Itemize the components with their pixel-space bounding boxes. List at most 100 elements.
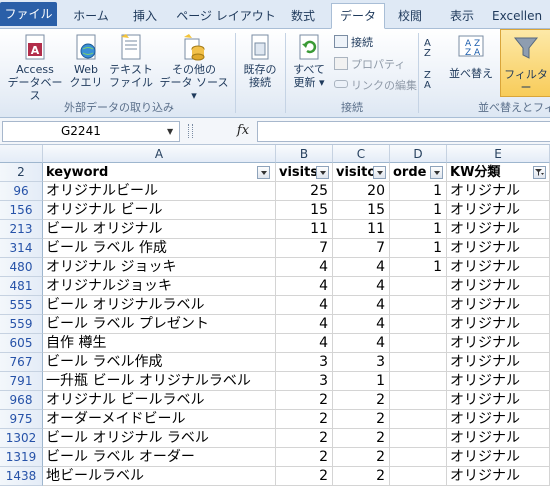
filter-applied-icon[interactable] (533, 166, 546, 179)
column-header-a[interactable]: A (43, 145, 276, 163)
cell-orders[interactable] (390, 277, 447, 296)
tab-home[interactable]: ホーム (66, 4, 116, 28)
cell-visits[interactable]: 25 (276, 182, 333, 201)
cell-kw-category[interactable]: オリジナル (447, 201, 550, 220)
properties-button[interactable]: プロパティ (334, 57, 405, 72)
cell-visitors[interactable]: 2 (333, 391, 390, 410)
row-header[interactable]: 1319 (0, 448, 43, 467)
cell-visits[interactable]: 4 (276, 258, 333, 277)
formula-input[interactable] (257, 121, 550, 142)
cell-visits[interactable]: 2 (276, 391, 333, 410)
cell-keyword[interactable]: ビール オリジナル ラベル (43, 429, 276, 448)
cell-visitors[interactable]: 7 (333, 239, 390, 258)
existing-connections-button[interactable]: 既存の 接続 (238, 33, 282, 89)
cell-orders[interactable] (390, 372, 447, 391)
tab-insert[interactable]: 挿入 (125, 4, 165, 28)
row-header[interactable]: 559 (0, 315, 43, 334)
row-header[interactable]: 975 (0, 410, 43, 429)
cell-visitors[interactable]: 11 (333, 220, 390, 239)
tab-file[interactable]: ファイル (0, 2, 57, 26)
cell-keyword[interactable]: オリジナル ジョッキ (43, 258, 276, 277)
column-header-b[interactable]: B (276, 145, 333, 163)
header-cell-keyword[interactable]: keyword (43, 163, 276, 182)
cell-kw-category[interactable]: オリジナル (447, 448, 550, 467)
sort-button[interactable]: AZZA 並べ替え (446, 33, 496, 80)
cell-visitors[interactable]: 1 (333, 372, 390, 391)
cell-kw-category[interactable]: オリジナル (447, 220, 550, 239)
cell-visitors[interactable]: 4 (333, 277, 390, 296)
header-cell-visitors[interactable]: visito (333, 163, 390, 182)
cell-visitors[interactable]: 4 (333, 258, 390, 277)
tab-excellent[interactable]: Excellen (492, 4, 550, 28)
cell-kw-category[interactable]: オリジナル (447, 277, 550, 296)
row-header[interactable]: 481 (0, 277, 43, 296)
cell-keyword[interactable]: オリジナル ビールラベル (43, 391, 276, 410)
row-header[interactable]: 213 (0, 220, 43, 239)
row-header[interactable]: 555 (0, 296, 43, 315)
column-header-d[interactable]: D (390, 145, 447, 163)
cell-kw-category[interactable]: オリジナル (447, 182, 550, 201)
row-header[interactable]: 968 (0, 391, 43, 410)
row-header[interactable]: 96 (0, 182, 43, 201)
name-box[interactable]: G2241 ▼ (2, 121, 180, 142)
sort-ascending-button[interactable]: AZ (424, 39, 440, 59)
cell-visitors[interactable]: 15 (333, 201, 390, 220)
cell-keyword[interactable]: オーダーメイドビール (43, 410, 276, 429)
cell-visitors[interactable]: 4 (333, 296, 390, 315)
row-header[interactable]: 791 (0, 372, 43, 391)
header-cell-orders[interactable]: orde (390, 163, 447, 182)
cell-kw-category[interactable]: オリジナル (447, 334, 550, 353)
cell-kw-category[interactable]: オリジナル (447, 391, 550, 410)
cell-visits[interactable]: 2 (276, 467, 333, 486)
filter-dropdown-icon[interactable] (430, 166, 443, 179)
cell-kw-category[interactable]: オリジナル (447, 296, 550, 315)
cell-orders[interactable]: 1 (390, 182, 447, 201)
cell-kw-category[interactable]: オリジナル (447, 315, 550, 334)
filter-dropdown-icon[interactable] (316, 166, 329, 179)
cell-visitors[interactable]: 2 (333, 429, 390, 448)
cell-orders[interactable] (390, 296, 447, 315)
cell-orders[interactable] (390, 429, 447, 448)
cell-orders[interactable]: 1 (390, 201, 447, 220)
from-text-button[interactable]: テキスト ファイル (107, 33, 155, 89)
row-header[interactable]: 480 (0, 258, 43, 277)
cell-orders[interactable] (390, 353, 447, 372)
filter-dropdown-icon[interactable] (373, 166, 386, 179)
cell-keyword[interactable]: オリジナルビール (43, 182, 276, 201)
sort-descending-button[interactable]: ZA (424, 71, 440, 91)
cell-keyword[interactable]: ビール ラベル 作成 (43, 239, 276, 258)
cell-kw-category[interactable]: オリジナル (447, 429, 550, 448)
cell-orders[interactable] (390, 410, 447, 429)
row-header[interactable]: 2 (0, 163, 43, 182)
cell-keyword[interactable]: ビール オリジナルラベル (43, 296, 276, 315)
connections-button[interactable]: 接続 (334, 35, 373, 50)
cell-keyword[interactable]: オリジナルジョッキ (43, 277, 276, 296)
cell-visitors[interactable]: 2 (333, 467, 390, 486)
cell-visits[interactable]: 2 (276, 429, 333, 448)
from-access-button[interactable]: A Access データベース (6, 33, 64, 102)
cell-visits[interactable]: 3 (276, 353, 333, 372)
cell-kw-category[interactable]: オリジナル (447, 258, 550, 277)
insert-function-button[interactable]: fx (233, 121, 253, 140)
cell-visits[interactable]: 4 (276, 315, 333, 334)
from-web-button[interactable]: Web クエリ (68, 33, 104, 89)
row-header[interactable]: 605 (0, 334, 43, 353)
cell-keyword[interactable]: オリジナル ビール (43, 201, 276, 220)
header-cell-kw-category[interactable]: KW分類 (447, 163, 550, 182)
tab-formulas[interactable]: 数式 (283, 4, 323, 28)
cell-kw-category[interactable]: オリジナル (447, 467, 550, 486)
column-header-e[interactable]: E (447, 145, 550, 163)
cell-keyword[interactable]: ビール ラベル オーダー (43, 448, 276, 467)
cell-visits[interactable]: 11 (276, 220, 333, 239)
worksheet-grid[interactable]: A B C D E 2 keyword visits visito orde K… (0, 145, 550, 488)
cell-orders[interactable] (390, 334, 447, 353)
cell-visits[interactable]: 4 (276, 296, 333, 315)
cell-visitors[interactable]: 2 (333, 410, 390, 429)
cell-keyword[interactable]: 地ビールラベル (43, 467, 276, 486)
cell-kw-category[interactable]: オリジナル (447, 353, 550, 372)
cell-orders[interactable]: 1 (390, 258, 447, 277)
cell-orders[interactable]: 1 (390, 239, 447, 258)
filter-button[interactable]: フィルター (500, 29, 550, 97)
cell-kw-category[interactable]: オリジナル (447, 410, 550, 429)
row-header[interactable]: 767 (0, 353, 43, 372)
